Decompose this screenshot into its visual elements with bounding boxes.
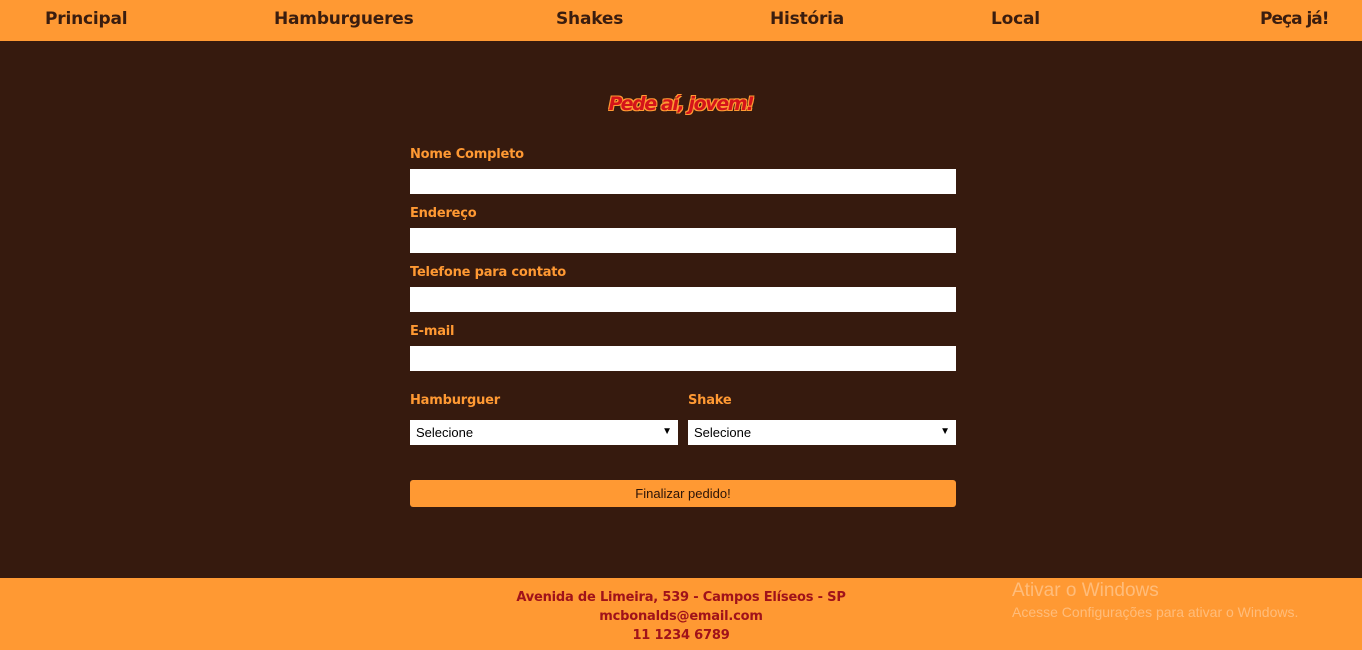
email-input[interactable] <box>410 346 956 371</box>
dropdown-arrow-icon: ▼ <box>662 426 672 437</box>
hamburguer-selected-value: Selecione <box>416 425 474 440</box>
footer-phone: 11 1234 6789 <box>632 628 730 643</box>
shake-selected-value: Selecione <box>694 425 752 440</box>
address-input[interactable] <box>410 228 956 253</box>
nav-item-historia[interactable]: História <box>770 9 844 29</box>
name-label: Nome Completo <box>410 147 524 162</box>
hamburguer-select[interactable]: Selecione ▼ <box>410 420 678 445</box>
address-label: Endereço <box>410 206 477 221</box>
top-nav: Principal Hamburgueres Shakes História L… <box>0 0 1362 41</box>
nav-item-principal[interactable]: Principal <box>45 9 128 29</box>
name-input[interactable] <box>410 169 956 194</box>
nav-item-shakes[interactable]: Shakes <box>556 9 623 29</box>
shake-label: Shake <box>688 393 732 408</box>
form-title: Pede aí, jovem! <box>608 93 755 115</box>
nav-item-hamburgueres[interactable]: Hamburgueres <box>274 9 414 29</box>
phone-input[interactable] <box>410 287 956 312</box>
windows-activation-subtitle: Acesse Configurações para ativar o Windo… <box>1012 604 1299 620</box>
finalize-order-button[interactable]: Finalizar pedido! <box>410 480 956 507</box>
email-label: E-mail <box>410 324 455 339</box>
phone-label: Telefone para contato <box>410 265 567 280</box>
nav-item-local[interactable]: Local <box>991 9 1040 29</box>
nav-item-peca-ja[interactable]: Peça já! <box>1260 9 1330 29</box>
windows-activation-title: Ativar o Windows <box>1012 580 1159 601</box>
shake-select[interactable]: Selecione ▼ <box>688 420 956 445</box>
hamburguer-label: Hamburguer <box>410 393 500 408</box>
dropdown-arrow-icon: ▼ <box>940 426 950 437</box>
